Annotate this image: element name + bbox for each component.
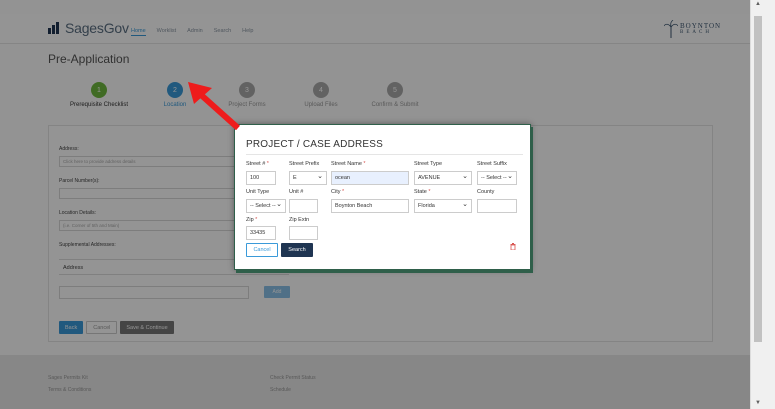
scroll-down-icon[interactable]: ▼ bbox=[755, 400, 761, 406]
street-suffix-label: Street Suffix bbox=[477, 161, 507, 167]
state-label: State * bbox=[414, 189, 431, 195]
modal-search-button[interactable]: Search bbox=[281, 243, 313, 257]
city-input[interactable]: Boynton Beach bbox=[331, 199, 409, 213]
street-prefix-label: Street Prefix bbox=[289, 161, 320, 167]
zip-label: Zip * bbox=[246, 217, 258, 223]
street-prefix-select[interactable]: E bbox=[289, 171, 327, 185]
street-name-input[interactable]: ocean bbox=[331, 171, 409, 185]
modal-cancel-button[interactable]: Cancel bbox=[246, 243, 278, 257]
street-type-label: Street Type bbox=[414, 161, 443, 167]
zip-input[interactable]: 33435 bbox=[246, 226, 276, 240]
red-arrow-icon bbox=[188, 82, 241, 130]
street-number-input[interactable]: 100 bbox=[246, 171, 276, 185]
trash-icon[interactable] bbox=[510, 243, 516, 250]
project-address-modal: PROJECT / CASE ADDRESS Street # * 100 St… bbox=[234, 124, 531, 270]
street-type-select[interactable]: AVENUE bbox=[414, 171, 472, 185]
unit-type-select[interactable]: -- Select -- bbox=[246, 199, 286, 213]
modal-title: PROJECT / CASE ADDRESS bbox=[246, 139, 384, 150]
unit-number-label: Unit # bbox=[289, 189, 304, 195]
street-suffix-select[interactable]: -- Select -- bbox=[477, 171, 517, 185]
scroll-up-icon[interactable]: ▲ bbox=[755, 1, 761, 7]
state-select[interactable]: Florida bbox=[414, 199, 472, 213]
county-input[interactable] bbox=[477, 199, 517, 213]
city-label: City * bbox=[331, 189, 345, 195]
unit-type-label: Unit Type bbox=[246, 189, 270, 195]
county-label: County bbox=[477, 189, 495, 195]
modal-divider bbox=[246, 154, 523, 155]
street-number-label: Street # * bbox=[246, 161, 269, 167]
street-name-label: Street Name * bbox=[331, 161, 366, 167]
vertical-scrollbar[interactable]: ▲ ▼ bbox=[750, 0, 775, 409]
zip-extension-input[interactable] bbox=[289, 226, 318, 240]
scrollbar-thumb[interactable] bbox=[754, 16, 762, 342]
unit-number-input[interactable] bbox=[289, 199, 318, 213]
zip-extension-label: Zip Extn bbox=[289, 217, 310, 223]
